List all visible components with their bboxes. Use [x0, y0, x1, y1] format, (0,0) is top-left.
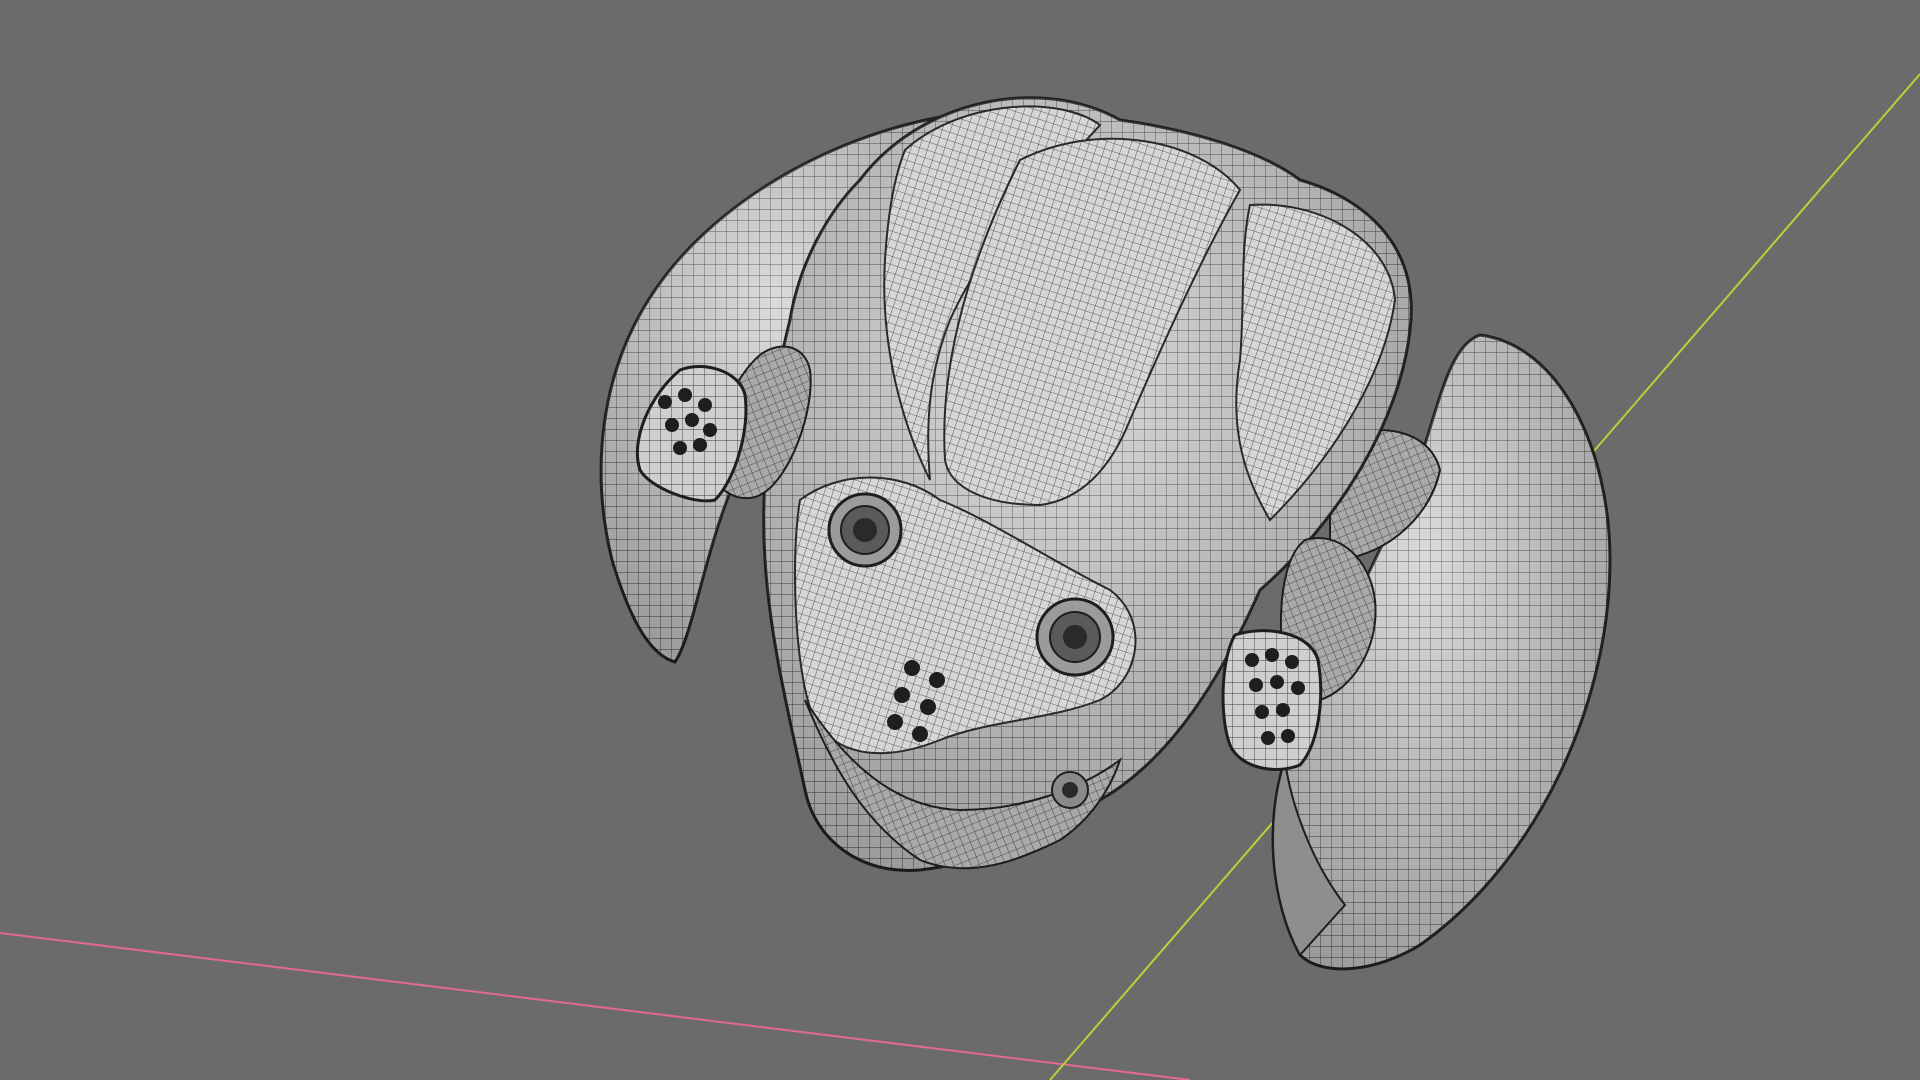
x-axis-line	[0, 932, 1191, 1080]
3d-viewport[interactable]	[0, 0, 1920, 1080]
bottom-lens	[1051, 771, 1089, 809]
left-eye-sensor[interactable]	[827, 492, 903, 568]
viewport-canvas[interactable]	[0, 0, 1920, 1080]
robot-drone-mesh[interactable]	[599, 96, 1612, 971]
right-eye-sensor[interactable]	[1035, 597, 1115, 677]
